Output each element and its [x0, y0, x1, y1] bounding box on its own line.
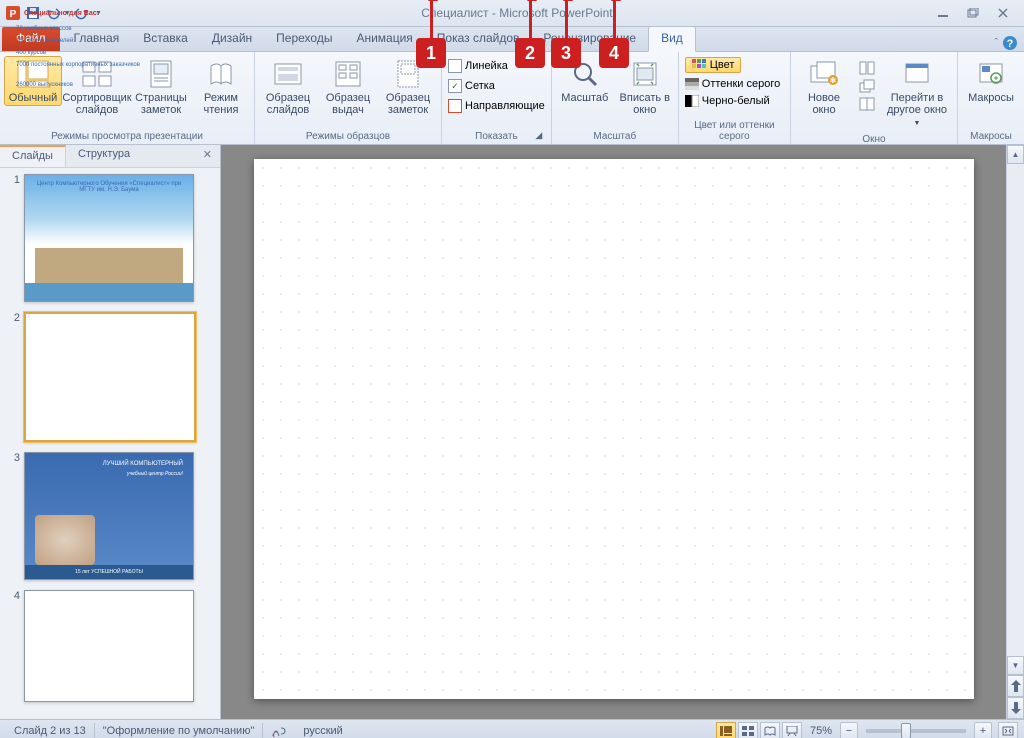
move-split-button[interactable]: [857, 96, 877, 112]
scroll-down-icon[interactable]: ▼: [1007, 656, 1024, 675]
group-label: Режимы просмотра презентации: [4, 129, 250, 144]
slides-panel: Слайды Структура ✕ 1 Центр Компьютерного…: [0, 145, 221, 719]
normal-view-icon[interactable]: [716, 722, 736, 738]
thumbnail-row[interactable]: 3 ЛУЧШИЙ КОМПЬЮТЕРНЫЙ учебный центр Росс…: [4, 452, 216, 580]
workspace: Слайды Структура ✕ 1 Центр Компьютерного…: [0, 145, 1024, 719]
callout-4: 4: [599, 38, 629, 68]
thumbnail-row[interactable]: 2: [4, 312, 216, 442]
guides-checkbox[interactable]: Направляющие: [446, 98, 547, 114]
zoom-out-icon[interactable]: −: [840, 722, 858, 738]
scroll-up-icon[interactable]: ▲: [1007, 145, 1024, 164]
cascade-button[interactable]: [857, 78, 877, 94]
group-label: Цвет или оттенки серого: [683, 118, 786, 144]
tab-animations[interactable]: Анимация: [344, 27, 424, 51]
reading-view-icon[interactable]: [760, 722, 780, 738]
callout-1: 1: [416, 38, 446, 68]
tab-design[interactable]: Дизайн: [200, 27, 264, 51]
zoom-in-icon[interactable]: +: [974, 722, 992, 738]
ribbon: Обычный Сортировщик слайдов Страницы зам…: [0, 52, 1024, 145]
grayscale-button[interactable]: Оттенки серого: [683, 77, 782, 91]
zoom-level[interactable]: 75%: [810, 725, 832, 737]
group-window: ✱ Новое окно Перейти в другое окно ▼ Окн…: [791, 52, 958, 144]
group-label: Режимы образцов: [259, 129, 437, 144]
status-spellcheck[interactable]: [263, 723, 295, 738]
show-dialog-launcher[interactable]: ◢: [533, 130, 545, 142]
thumbnail-3[interactable]: ЛУЧШИЙ КОМПЬЮТЕРНЫЙ учебный центр России…: [24, 452, 194, 580]
slide-master-button[interactable]: Образец слайдов: [259, 56, 317, 118]
panel-tabs: Слайды Структура ✕: [0, 145, 220, 168]
app-title: Специалист - Microsoft PowerPoint: [102, 6, 932, 20]
handout-master-button[interactable]: Образец выдач: [319, 56, 377, 118]
group-label: Показать◢: [446, 129, 547, 144]
status-theme[interactable]: "Оформление по умолчанию": [95, 723, 264, 738]
svg-text:?: ?: [1007, 38, 1014, 50]
editor-scroll-area[interactable]: [221, 145, 1006, 719]
zoom-slider-thumb[interactable]: [901, 723, 911, 738]
color-button[interactable]: Цвет: [683, 56, 744, 74]
tab-review[interactable]: Рецензирование: [531, 27, 648, 51]
reading-view-button[interactable]: Режим чтения: [192, 56, 250, 118]
arrange-all-button[interactable]: [857, 60, 877, 76]
status-bar: Слайд 2 из 13 "Оформление по умолчанию" …: [0, 719, 1024, 738]
callout-3: 3: [551, 38, 581, 68]
tab-insert[interactable]: Вставка: [131, 27, 200, 51]
restore-icon[interactable]: [962, 5, 984, 21]
minimize-icon[interactable]: [932, 5, 954, 21]
panel-tab-outline[interactable]: Структура: [66, 145, 142, 167]
group-color-grayscale: Цвет Оттенки серого Черно-белый Цвет или…: [679, 52, 791, 144]
thumbnail-1[interactable]: Центр Компьютерного Обучения «Специалист…: [24, 174, 194, 302]
help-icon[interactable]: ?: [1002, 35, 1018, 51]
new-window-button[interactable]: ✱ Новое окно: [795, 56, 853, 118]
group-master-views: Образец слайдов Образец выдач Образец за…: [255, 52, 442, 144]
group-label: Масштаб: [556, 129, 674, 144]
ribbon-tabs: Файл Главная Вставка Дизайн Переходы Ани…: [0, 27, 1024, 52]
prev-slide-icon[interactable]: [1007, 675, 1024, 697]
thumbnail-2[interactable]: [24, 312, 196, 442]
title-bar: P ▼ ▼ Специалист - Microsoft PowerPoint: [0, 0, 1024, 27]
vertical-scrollbar[interactable]: ▲ ▼: [1006, 145, 1024, 719]
black-white-button[interactable]: Черно-белый: [683, 94, 772, 108]
fit-to-window-icon[interactable]: [998, 722, 1018, 738]
thumbnail-4[interactable]: Специально для Вас: 70 учебных классов 1…: [24, 590, 194, 702]
chevron-down-icon: ▼: [914, 120, 921, 127]
svg-text:✱: ✱: [830, 76, 837, 85]
switch-windows-button[interactable]: Перейти в другое окно ▼: [881, 56, 953, 132]
status-slide-number[interactable]: Слайд 2 из 13: [6, 723, 95, 738]
next-slide-icon[interactable]: [1007, 697, 1024, 719]
gridlines-checkbox[interactable]: ✓Сетка: [446, 78, 497, 94]
sorter-view-icon[interactable]: [738, 722, 758, 738]
thumbnail-row[interactable]: 1 Центр Компьютерного Обучения «Специали…: [4, 174, 216, 302]
slideshow-view-icon[interactable]: [782, 722, 802, 738]
thumbnail-row[interactable]: 4 Специально для Вас: 70 учебных классов…: [4, 590, 216, 702]
slide-editor: ▲ ▼: [221, 145, 1024, 719]
tab-transitions[interactable]: Переходы: [264, 27, 344, 51]
group-label: Макросы: [962, 129, 1020, 144]
ruler-checkbox[interactable]: Линейка: [446, 58, 510, 74]
callout-2: 2: [515, 38, 545, 68]
status-language[interactable]: русский: [295, 723, 350, 738]
panel-close-icon[interactable]: ✕: [195, 145, 220, 167]
macros-button[interactable]: Макросы: [962, 56, 1020, 106]
panel-tab-slides[interactable]: Слайды: [0, 145, 66, 167]
slide-canvas[interactable]: [254, 159, 974, 699]
thumbnail-list[interactable]: 1 Центр Компьютерного Обучения «Специали…: [0, 168, 220, 719]
group-macros: Макросы Макросы: [958, 52, 1024, 144]
tab-view[interactable]: Вид: [648, 26, 696, 52]
zoom-slider[interactable]: [866, 729, 966, 733]
svg-text:P: P: [10, 9, 17, 20]
minimize-ribbon-icon[interactable]: ˆ: [994, 37, 998, 49]
close-icon[interactable]: [992, 5, 1014, 21]
window-controls: [932, 5, 1020, 21]
